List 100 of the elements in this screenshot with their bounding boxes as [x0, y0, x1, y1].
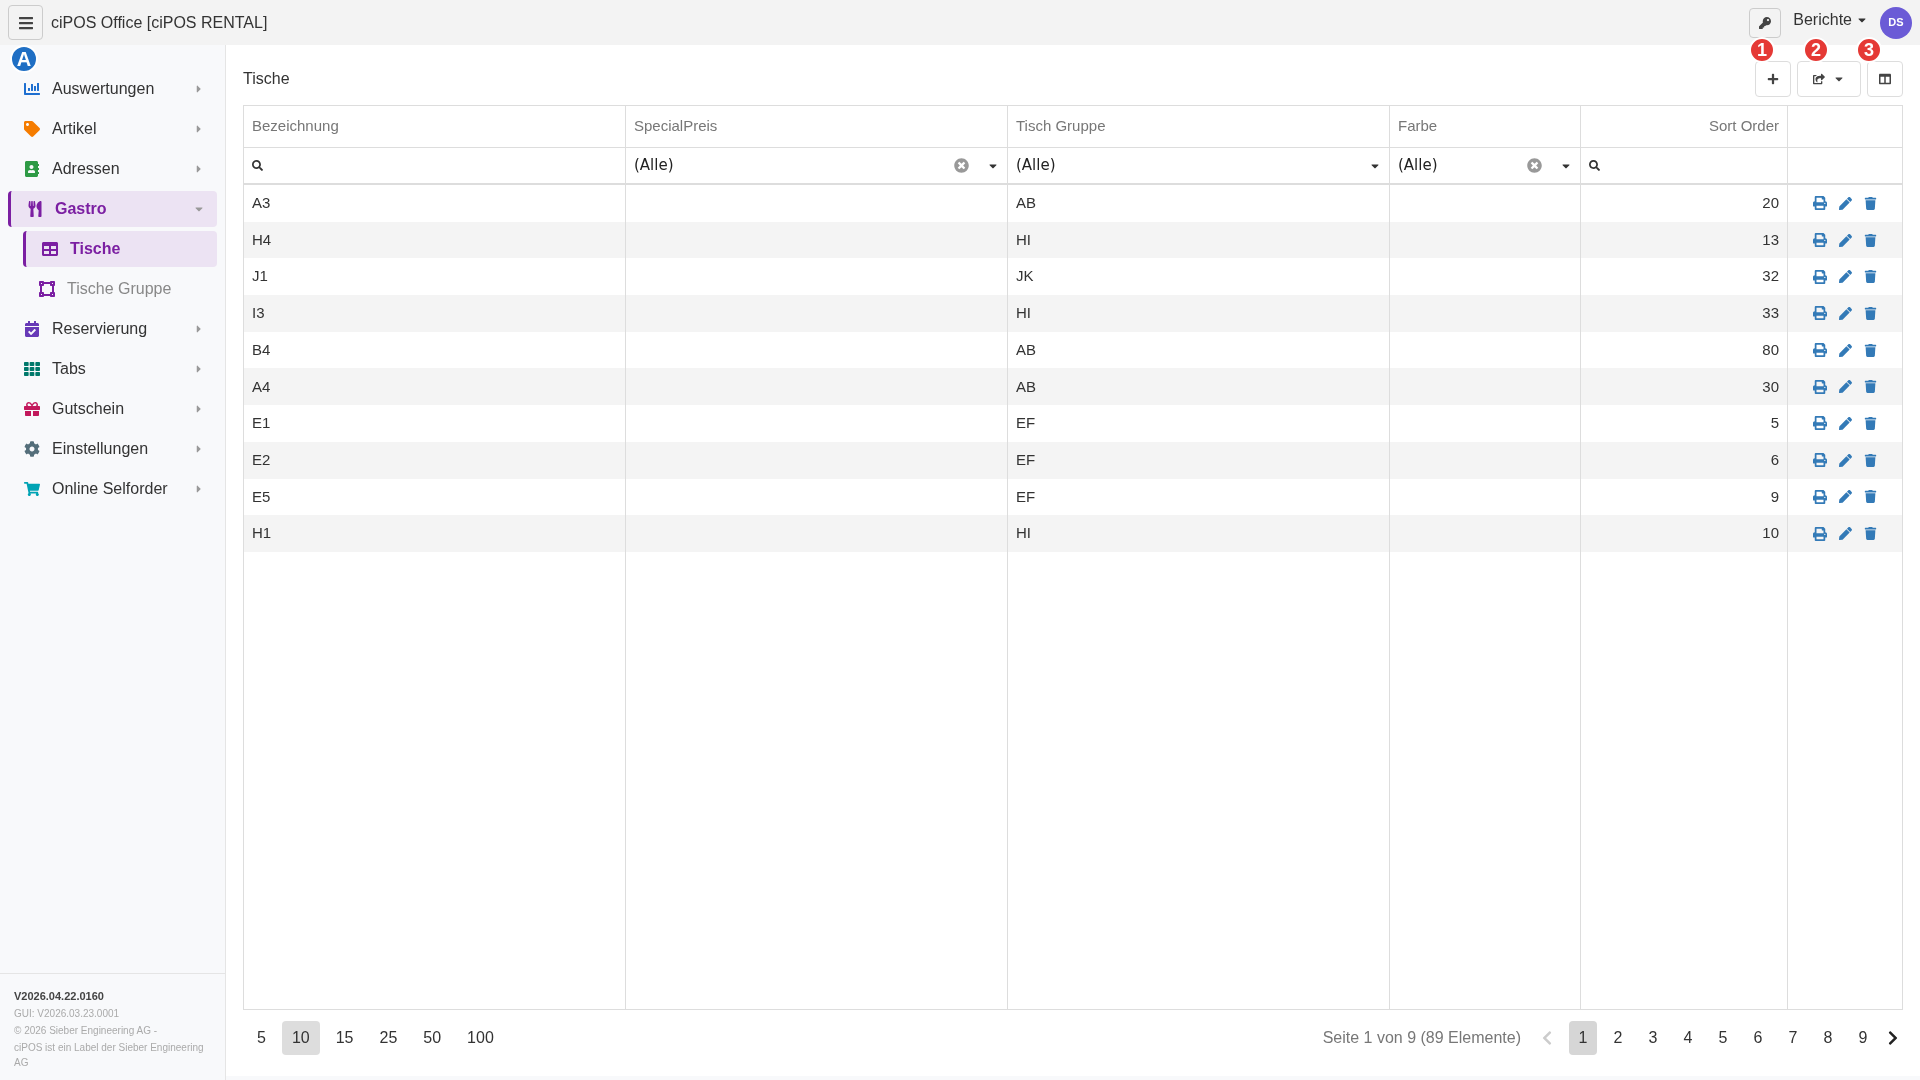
- table-cell-text: I3: [252, 303, 265, 324]
- column-header[interactable]: Farbe: [1390, 106, 1581, 147]
- page-button[interactable]: 1: [1569, 1021, 1597, 1055]
- page-button[interactable]: 4: [1674, 1021, 1702, 1055]
- export-button[interactable]: [1797, 61, 1861, 97]
- page-button[interactable]: 2: [1604, 1021, 1632, 1055]
- edit-icon[interactable]: [1839, 196, 1852, 210]
- sidebar-label: Online Selforder: [52, 479, 169, 499]
- delete-icon[interactable]: [1864, 343, 1877, 357]
- page-button[interactable]: 7: [1779, 1021, 1807, 1055]
- print-icon[interactable]: [1813, 489, 1827, 504]
- table-cell-text: E5: [252, 486, 271, 507]
- add-button[interactable]: [1755, 61, 1791, 97]
- sidebar-item[interactable]: Tabs: [8, 351, 217, 387]
- sidebar-item[interactable]: Gastro: [8, 191, 217, 227]
- delete-icon[interactable]: [1864, 416, 1877, 430]
- column-header[interactable]: Sort Order: [1581, 106, 1788, 147]
- delete-icon[interactable]: [1864, 490, 1877, 504]
- sidebar-item[interactable]: Gutschein: [8, 391, 217, 427]
- table-cell-text: 20: [1762, 193, 1779, 214]
- edit-icon[interactable]: [1839, 453, 1852, 467]
- page-size-option[interactable]: 100: [457, 1021, 504, 1055]
- sidebar-label: Reservierung: [52, 319, 149, 339]
- delete-icon[interactable]: [1864, 453, 1877, 467]
- column-chooser-button[interactable]: [1867, 61, 1903, 97]
- page-button[interactable]: 6: [1744, 1021, 1772, 1055]
- print-icon[interactable]: [1813, 416, 1827, 431]
- print-icon[interactable]: [1813, 526, 1827, 541]
- export-icon: [1813, 73, 1825, 85]
- print-icon[interactable]: [1813, 379, 1827, 394]
- print-icon[interactable]: [1813, 196, 1827, 211]
- table-cell-text: EF: [1016, 413, 1036, 434]
- table-cell-text: HI: [1016, 229, 1031, 250]
- page-size-option[interactable]: 5: [247, 1021, 276, 1055]
- table-cell-text: A3: [252, 193, 271, 214]
- tag-icon: [24, 121, 40, 137]
- page-size-option[interactable]: 25: [369, 1021, 408, 1055]
- filter-dropdown[interactable]: (Alle): [626, 148, 1007, 183]
- page-size-option[interactable]: 10: [281, 1021, 320, 1055]
- clear-icon[interactable]: [1527, 158, 1542, 173]
- delete-icon[interactable]: [1864, 527, 1877, 541]
- delete-icon[interactable]: [1864, 270, 1877, 284]
- delete-icon[interactable]: [1864, 306, 1877, 320]
- page-size-option[interactable]: 50: [413, 1021, 452, 1055]
- sidebar-item[interactable]: Online Selforder: [8, 471, 217, 507]
- next-page-icon[interactable]: [1887, 1030, 1899, 1046]
- settings-icon: [24, 441, 40, 457]
- sidebar-item[interactable]: Reservierung: [8, 311, 217, 347]
- delete-icon[interactable]: [1864, 233, 1877, 247]
- page-size-option[interactable]: 15: [325, 1021, 364, 1055]
- edit-icon[interactable]: [1839, 416, 1852, 430]
- edit-icon[interactable]: [1839, 233, 1852, 247]
- label-text: ciPOS ist ein Label der Sieber Engineering AG: [14, 1041, 205, 1070]
- reports-menu[interactable]: Berichte: [1789, 8, 1872, 31]
- sidebar-label: Adressen: [52, 159, 121, 179]
- print-icon[interactable]: [1813, 306, 1827, 321]
- table-cell-text: AB: [1016, 376, 1036, 397]
- search-icon: [1589, 160, 1600, 171]
- edit-icon[interactable]: [1839, 306, 1852, 320]
- user-avatar[interactable]: DS: [1880, 6, 1912, 39]
- clear-icon[interactable]: [954, 158, 969, 173]
- plus-icon: [1767, 73, 1779, 85]
- edit-icon[interactable]: [1839, 490, 1852, 504]
- column-header[interactable]: Tisch Gruppe: [1008, 106, 1390, 147]
- table-cell-text: H1: [252, 523, 272, 544]
- sidebar-label: Gutschein: [52, 399, 126, 419]
- print-icon[interactable]: [1813, 343, 1827, 358]
- fork-knife-icon: [27, 201, 43, 217]
- table-cell-text: J1: [252, 266, 268, 287]
- print-icon[interactable]: [1813, 233, 1827, 248]
- sidebar-label: Tabs: [52, 359, 87, 379]
- sidebar-item[interactable]: Adressen: [8, 151, 217, 187]
- key-button[interactable]: [1749, 7, 1782, 38]
- menu-button[interactable]: [8, 5, 43, 40]
- page-info: Seite 1 von 9 (89 Elemente): [1322, 1028, 1521, 1048]
- delete-icon[interactable]: [1864, 196, 1877, 210]
- sidebar-item[interactable]: Einstellungen: [8, 431, 217, 467]
- page-button[interactable]: 8: [1814, 1021, 1842, 1055]
- edit-icon[interactable]: [1839, 527, 1852, 541]
- page-button[interactable]: 9: [1849, 1021, 1877, 1055]
- column-header[interactable]: SpecialPreis: [626, 106, 1008, 147]
- sidebar-subitem[interactable]: Tische: [23, 231, 217, 267]
- table-cell-text: 80: [1762, 339, 1779, 360]
- page-button[interactable]: 3: [1639, 1021, 1667, 1055]
- filter-dropdown[interactable]: (Alle): [1390, 148, 1580, 183]
- sidebar-label: Einstellungen: [52, 439, 150, 459]
- column-header[interactable]: Bezeichnung: [244, 106, 626, 147]
- filter-dropdown[interactable]: (Alle): [1008, 148, 1389, 183]
- table-cell-text: EF: [1016, 449, 1036, 470]
- sidebar-label: Auswertungen: [52, 79, 156, 99]
- page-button[interactable]: 5: [1709, 1021, 1737, 1055]
- edit-icon[interactable]: [1839, 380, 1852, 394]
- sidebar-label: Artikel: [52, 119, 98, 139]
- edit-icon[interactable]: [1839, 270, 1852, 284]
- print-icon[interactable]: [1813, 269, 1827, 284]
- edit-icon[interactable]: [1839, 343, 1852, 357]
- delete-icon[interactable]: [1864, 380, 1877, 394]
- sidebar-item[interactable]: Auswertungen: [8, 71, 217, 107]
- sidebar-item[interactable]: Artikel: [8, 111, 217, 147]
- print-icon[interactable]: [1813, 453, 1827, 468]
